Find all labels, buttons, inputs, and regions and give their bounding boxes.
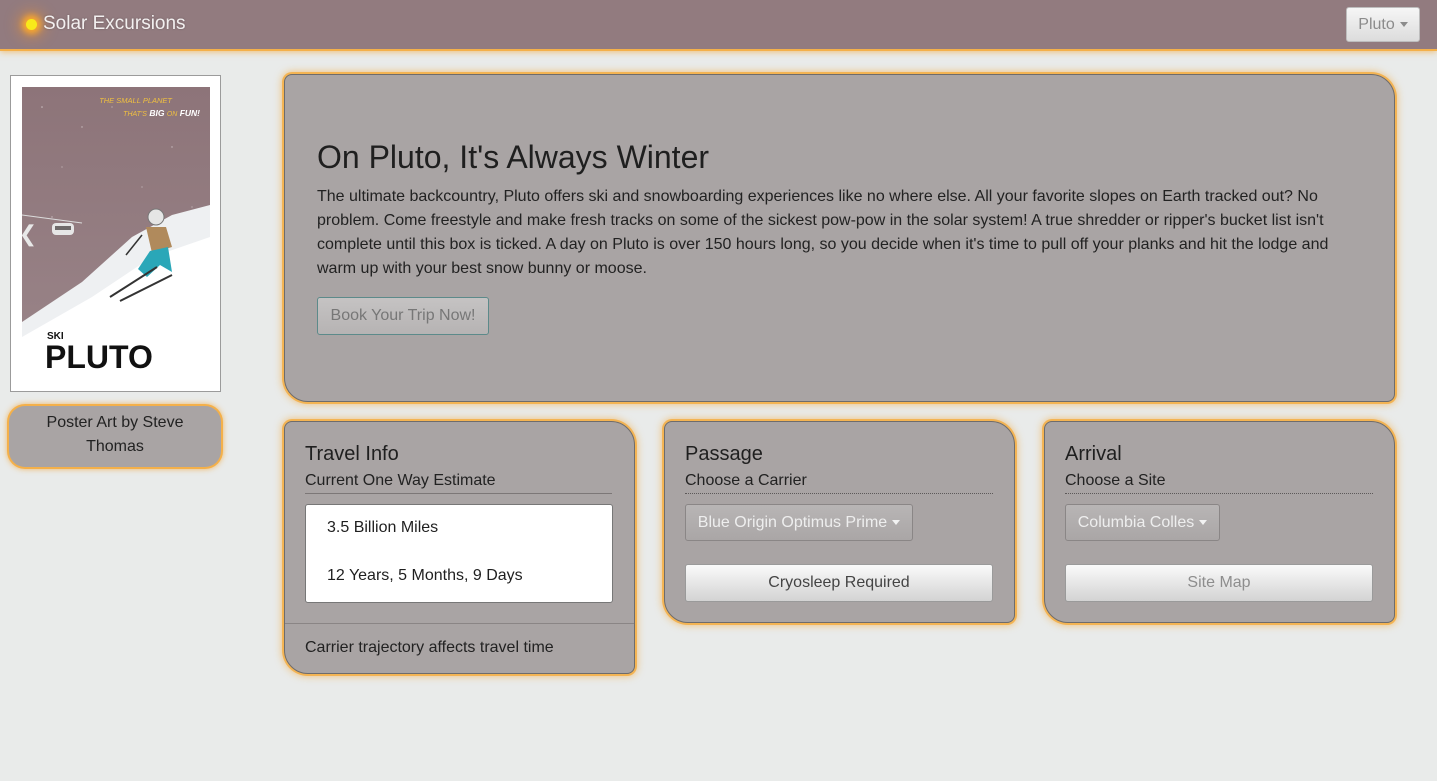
chevron-down-icon [892,520,901,525]
poster-credit: Poster Art by Steve Thomas [9,406,221,467]
passage-title: Passage [685,443,763,465]
arrival-card: Arrival Choose a Site Columbia Colles Si… [1044,421,1395,623]
book-trip-button[interactable]: Book Your Trip Now! [317,297,489,335]
travel-footer-text: Carrier trajectory affects travel time [305,639,554,656]
arrival-title: Arrival [1065,443,1122,465]
hero-card: On Pluto, It's Always Winter The ultimat… [284,74,1395,402]
carrier-dropdown-label: Blue Origin Optimus Prime [697,513,888,531]
duration-value: 12 Years, 5 Months, 9 Days [327,567,523,584]
passage-card: Passage Choose a Carrier Blue Origin Opt… [664,421,1015,623]
poster-credit-text: Poster Art by Steve Thomas [46,414,184,455]
sun-icon [26,18,37,30]
planet-dropdown-label: Pluto [1358,15,1395,33]
travel-info-card: Travel Info Current One Way Estimate 3.5… [284,421,635,674]
chevron-down-icon [1399,22,1408,27]
brand-title[interactable]: Solar Excursions [43,11,186,37]
navbar: Solar Excursions Pluto [0,0,1437,49]
svg-text:PLUTO: PLUTO [45,339,153,375]
passage-subtitle: Choose a Carrier [685,471,993,494]
travel-info-footer: Carrier trajectory affects travel time [285,623,634,674]
poster-image: THE SMALL PLANET THAT'S BIG ON FUN! SKI … [22,87,210,380]
distance-value: 3.5 Billion Miles [327,519,439,536]
carrier-dropdown[interactable]: Blue Origin Optimus Prime [685,504,913,541]
travel-info-subtitle: Current One Way Estimate [305,471,612,494]
estimate-box: 3.5 Billion Miles 12 Years, 5 Months, 9 … [305,504,613,603]
svg-text:THE SMALL PLANET: THE SMALL PLANET [99,96,173,105]
planet-dropdown[interactable]: Pluto [1346,7,1420,42]
site-dropdown-label: Columbia Colles [1077,513,1195,531]
hero-description: The ultimate backcountry, Pluto offers s… [317,188,1329,277]
cryosleep-button[interactable]: Cryosleep Required [685,564,993,602]
site-map-button[interactable]: Site Map [1065,564,1373,602]
hero-title: On Pluto, It's Always Winter [317,139,710,175]
carousel-prev-arrow-icon[interactable]: ❮ [18,222,38,246]
poster-carousel: THE SMALL PLANET THAT'S BIG ON FUN! SKI … [10,75,221,392]
brand[interactable]: Solar Excursions [26,11,186,37]
travel-info-title: Travel Info [305,443,399,465]
site-dropdown[interactable]: Columbia Colles [1065,504,1220,541]
arrival-subtitle: Choose a Site [1065,471,1373,494]
chevron-down-icon [1199,520,1208,525]
